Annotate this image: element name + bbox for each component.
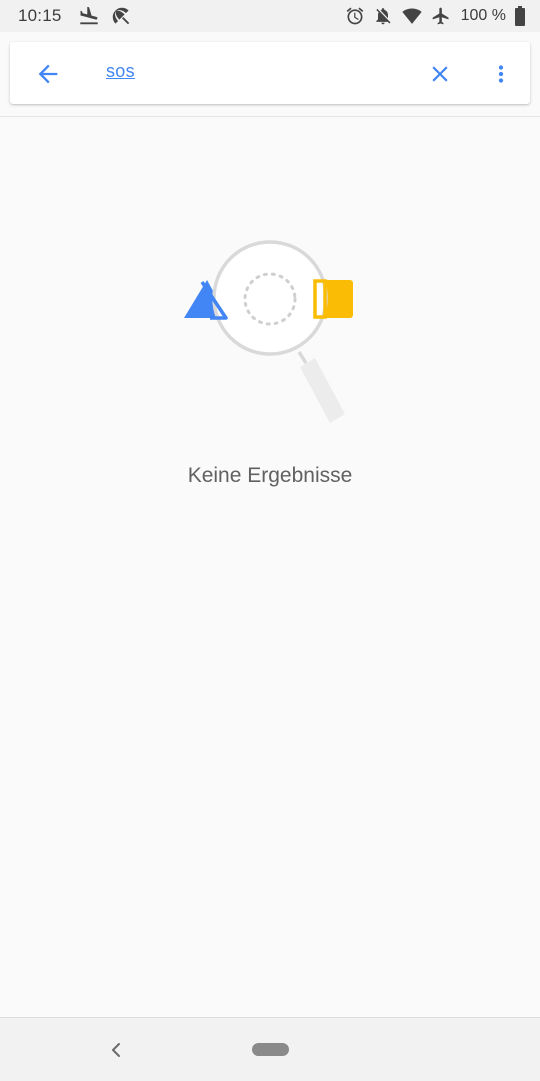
nav-home-pill[interactable] — [252, 1043, 289, 1056]
divider — [0, 116, 540, 117]
no-results-illustration — [180, 232, 360, 428]
wifi-icon — [401, 6, 423, 26]
more-vert-icon[interactable] — [488, 60, 514, 88]
notifications-off-icon — [373, 6, 393, 26]
alarm-icon — [345, 6, 365, 26]
status-right-icons: 100 % — [345, 4, 526, 28]
flight-land-icon — [78, 5, 100, 27]
status-left-icons — [78, 4, 132, 28]
no-results-message: Keine Ergebnisse — [187, 464, 353, 487]
beach-icon — [110, 5, 132, 27]
status-bar: 10:15 100 % — [0, 0, 540, 32]
battery-percentage: 100 % — [460, 7, 506, 24]
airplane-mode-icon — [431, 6, 451, 26]
search-input[interactable]: sos — [106, 61, 135, 82]
search-bar: sos — [10, 42, 530, 104]
battery-full-icon — [514, 6, 526, 26]
navigation-bar — [0, 1017, 540, 1081]
close-icon[interactable] — [427, 61, 453, 87]
nav-back-icon[interactable] — [107, 1040, 125, 1060]
status-time: 10:15 — [18, 6, 62, 25]
arrow-back-icon[interactable] — [34, 60, 62, 88]
